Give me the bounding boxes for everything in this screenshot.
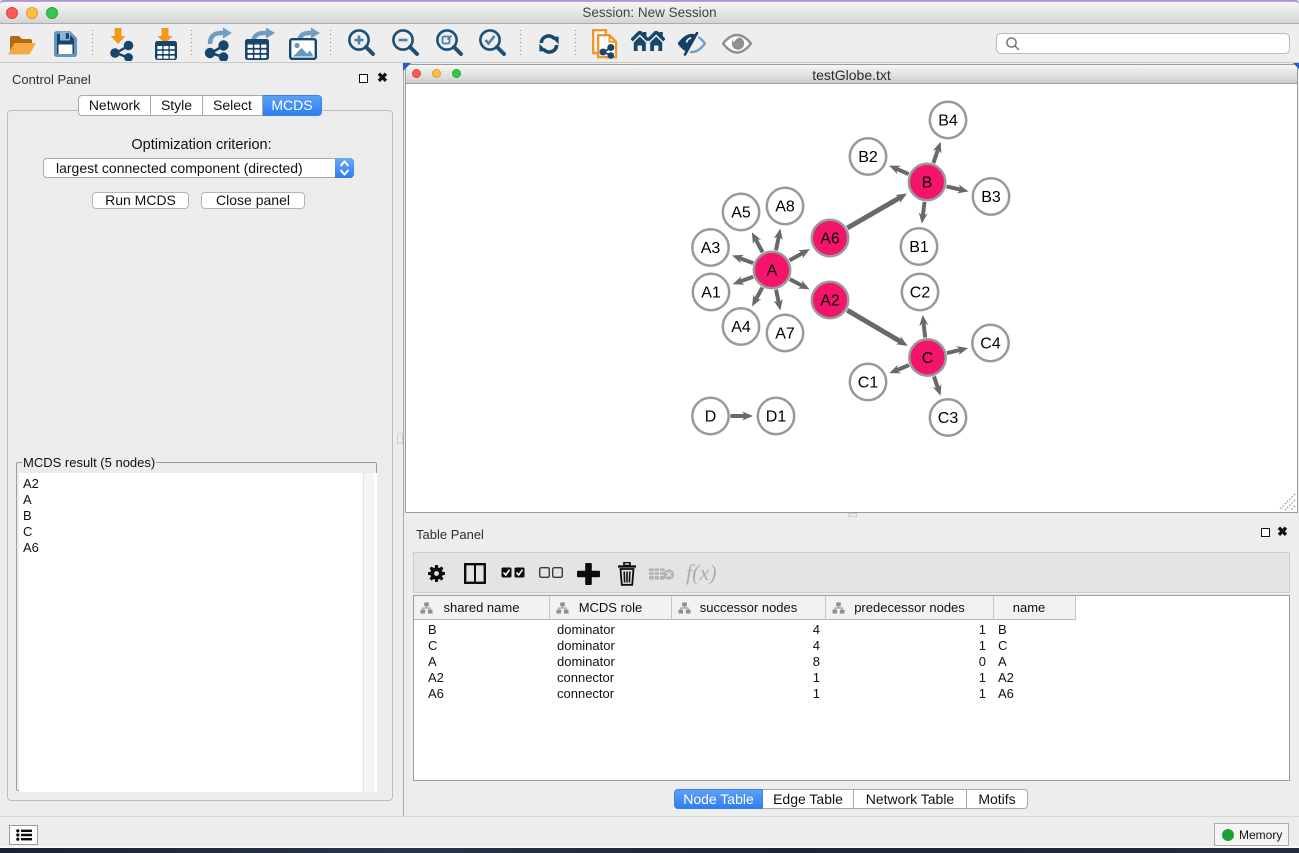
svg-text:A: A — [767, 263, 778, 280]
svg-text:A5: A5 — [731, 205, 751, 222]
svg-text:C3: C3 — [938, 410, 959, 427]
svg-text:A1: A1 — [701, 285, 721, 302]
svg-text:B4: B4 — [938, 113, 958, 130]
svg-text:A2: A2 — [820, 293, 840, 310]
svg-text:A6: A6 — [820, 231, 840, 248]
svg-text:A7: A7 — [775, 326, 795, 343]
svg-text:C2: C2 — [910, 285, 931, 302]
svg-text:C4: C4 — [980, 336, 1001, 353]
svg-text:C1: C1 — [858, 375, 879, 392]
svg-text:B: B — [922, 175, 933, 192]
svg-text:A8: A8 — [775, 199, 795, 216]
svg-text:D: D — [705, 409, 717, 426]
svg-text:B1: B1 — [909, 239, 929, 256]
svg-text:A4: A4 — [731, 319, 751, 336]
svg-text:A3: A3 — [701, 240, 721, 257]
svg-text:D1: D1 — [766, 409, 787, 426]
svg-text:B3: B3 — [981, 189, 1001, 206]
svg-text:B2: B2 — [858, 149, 878, 166]
svg-text:C: C — [922, 350, 934, 367]
